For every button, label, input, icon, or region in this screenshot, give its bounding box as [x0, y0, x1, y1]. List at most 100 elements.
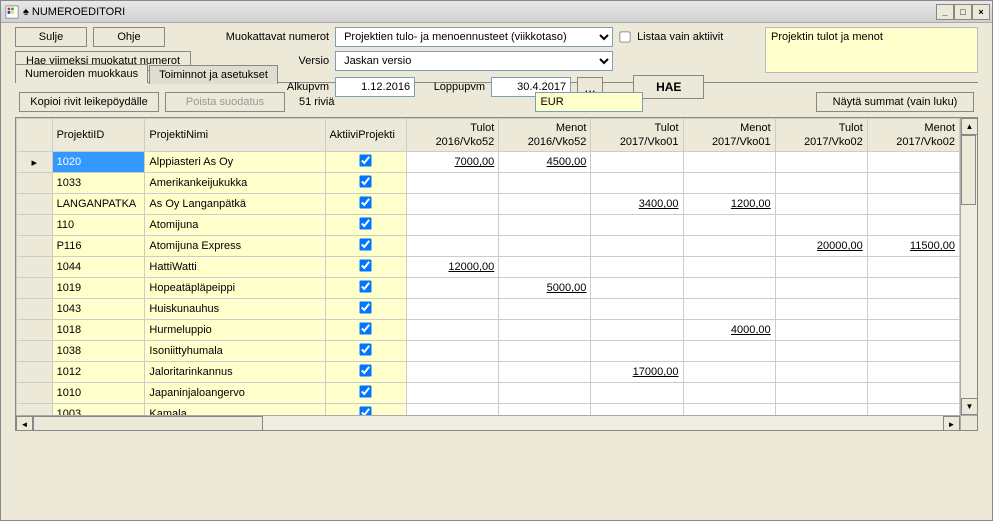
cell-projektiid[interactable]: P116 — [52, 236, 145, 257]
row-indicator[interactable] — [17, 320, 53, 341]
cell-value[interactable] — [591, 299, 683, 320]
cell-value[interactable]: 11500,00 — [867, 236, 959, 257]
active-checkbox[interactable] — [360, 259, 372, 271]
cell-value[interactable] — [591, 278, 683, 299]
cell-projektiid[interactable]: LANGANPATKA — [52, 194, 145, 215]
currency-input[interactable] — [535, 92, 643, 112]
col-header-menot-2017w01[interactable]: Menot2017/Vko01 — [683, 119, 775, 152]
cell-value[interactable] — [867, 299, 959, 320]
source-combo[interactable]: Projektien tulo- ja menoennusteet (viikk… — [335, 27, 613, 47]
cell-value[interactable] — [407, 215, 499, 236]
version-combo[interactable]: Jaskan versio — [335, 51, 613, 71]
table-row[interactable]: 1033Amerikankeijukukka — [17, 173, 960, 194]
cell-value[interactable] — [867, 341, 959, 362]
cell-aktiivi[interactable] — [325, 257, 407, 278]
cell-value[interactable] — [775, 362, 867, 383]
table-row[interactable]: 1010Japaninjaloangervo — [17, 383, 960, 404]
cell-value[interactable] — [867, 320, 959, 341]
col-header-menot-2017w02[interactable]: Menot2017/Vko02 — [867, 119, 959, 152]
table-row[interactable]: LANGANPATKAAs Oy Langanpätkä3400,001200,… — [17, 194, 960, 215]
tab-numbers-edit[interactable]: Numeroiden muokkaus — [15, 64, 148, 83]
cell-value[interactable]: 12000,00 — [407, 257, 499, 278]
row-indicator[interactable]: ▸ — [17, 152, 53, 173]
cell-value[interactable] — [499, 404, 591, 416]
help-button[interactable]: Ohje — [93, 27, 165, 47]
cell-projektinimi[interactable]: Kamala — [145, 404, 325, 416]
cell-value[interactable] — [775, 257, 867, 278]
cell-projektiid[interactable]: 1044 — [52, 257, 145, 278]
cell-value[interactable]: 5000,00 — [499, 278, 591, 299]
cell-value[interactable] — [867, 404, 959, 416]
data-grid[interactable]: ProjektiID ProjektiNimi AktiiviProjekti … — [15, 117, 978, 431]
cell-aktiivi[interactable] — [325, 215, 407, 236]
cell-value[interactable] — [591, 215, 683, 236]
list-active-only-checkbox[interactable] — [619, 31, 630, 42]
cell-projektiid[interactable]: 1010 — [52, 383, 145, 404]
cell-value[interactable] — [499, 257, 591, 278]
row-indicator[interactable] — [17, 194, 53, 215]
cell-value[interactable] — [499, 341, 591, 362]
cell-projektinimi[interactable]: HattiWatti — [145, 257, 325, 278]
cell-value[interactable] — [499, 299, 591, 320]
active-checkbox[interactable] — [360, 238, 372, 250]
cell-value[interactable] — [591, 152, 683, 173]
row-indicator[interactable] — [17, 173, 53, 194]
cell-value[interactable] — [775, 194, 867, 215]
cell-value[interactable] — [591, 383, 683, 404]
cell-value[interactable] — [683, 173, 775, 194]
cell-value[interactable] — [867, 194, 959, 215]
cell-projektiid[interactable]: 1018 — [52, 320, 145, 341]
cell-aktiivi[interactable] — [325, 383, 407, 404]
cell-value[interactable] — [499, 173, 591, 194]
col-header-tulot-2016w52[interactable]: Tulot2016/Vko52 — [407, 119, 499, 152]
cell-projektiid[interactable]: 1003 — [52, 404, 145, 416]
active-checkbox[interactable] — [360, 280, 372, 292]
cell-value[interactable] — [407, 320, 499, 341]
cell-projektinimi[interactable]: Atomijuna — [145, 215, 325, 236]
cell-value[interactable] — [683, 341, 775, 362]
table-row[interactable]: 1019Hopeatäpläpeippi5000,00 — [17, 278, 960, 299]
cell-projektinimi[interactable]: Jaloritarinkannus — [145, 362, 325, 383]
cell-value[interactable] — [867, 383, 959, 404]
cell-aktiivi[interactable] — [325, 341, 407, 362]
cell-value[interactable] — [591, 173, 683, 194]
cell-projektiid[interactable]: 1043 — [52, 299, 145, 320]
cell-projektinimi[interactable]: Atomijuna Express — [145, 236, 325, 257]
cell-value[interactable] — [591, 404, 683, 416]
cell-projektiid[interactable]: 1012 — [52, 362, 145, 383]
cell-projektiid[interactable]: 110 — [52, 215, 145, 236]
table-row[interactable]: 1038Isoniittyhumala — [17, 341, 960, 362]
scroll-right-button[interactable]: ► — [943, 416, 960, 431]
start-date-input[interactable] — [335, 77, 415, 97]
cell-value[interactable] — [407, 404, 499, 416]
cell-projektiid[interactable]: 1033 — [52, 173, 145, 194]
cell-value[interactable] — [775, 173, 867, 194]
cell-value[interactable]: 3400,00 — [591, 194, 683, 215]
col-header-projektinimi[interactable]: ProjektiNimi — [145, 119, 325, 152]
table-row[interactable]: 1044HattiWatti 12000,00 — [17, 257, 960, 278]
cell-projektinimi[interactable]: Japaninjaloangervo — [145, 383, 325, 404]
cell-value[interactable] — [591, 257, 683, 278]
cell-value[interactable] — [591, 341, 683, 362]
row-header-corner[interactable] — [17, 119, 53, 152]
cell-projektiid[interactable]: 1038 — [52, 341, 145, 362]
active-checkbox[interactable] — [360, 154, 372, 166]
fetch-button[interactable]: HAE — [633, 75, 704, 99]
row-indicator[interactable] — [17, 236, 53, 257]
cell-value[interactable] — [867, 362, 959, 383]
cell-projektiid[interactable]: 1019 — [52, 278, 145, 299]
cell-value[interactable] — [683, 257, 775, 278]
cell-value[interactable] — [499, 383, 591, 404]
cell-value[interactable]: 17000,00 — [591, 362, 683, 383]
cell-value[interactable] — [775, 278, 867, 299]
cell-value[interactable] — [683, 152, 775, 173]
active-checkbox[interactable] — [360, 175, 372, 187]
col-header-projektiid[interactable]: ProjektiID — [52, 119, 145, 152]
cell-aktiivi[interactable] — [325, 362, 407, 383]
cell-value[interactable] — [499, 194, 591, 215]
col-header-tulot-2017w02[interactable]: Tulot2017/Vko02 — [775, 119, 867, 152]
active-checkbox[interactable] — [360, 385, 372, 397]
row-indicator[interactable] — [17, 215, 53, 236]
cell-aktiivi[interactable] — [325, 299, 407, 320]
cell-value[interactable] — [499, 320, 591, 341]
